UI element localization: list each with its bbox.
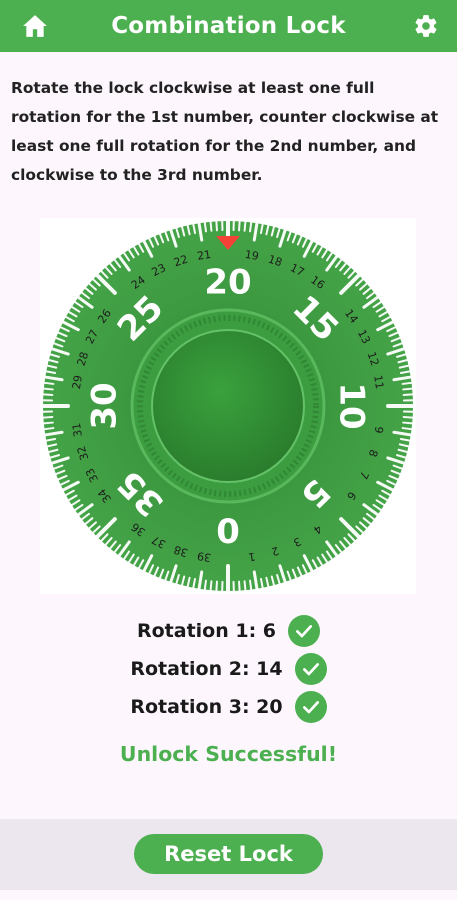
rotation-label: Rotation 2: 14	[130, 658, 283, 680]
dial-tick	[238, 220, 241, 232]
rotation-row-3: Rotation 3: 20	[0, 688, 457, 726]
dial-tick	[243, 220, 247, 232]
dial-minor-number: 31	[70, 422, 85, 438]
app-bar: Combination Lock	[0, 0, 457, 52]
dial-tick	[203, 221, 207, 233]
dial-tick	[203, 579, 207, 591]
home-button[interactable]	[9, 0, 61, 52]
dial-knob-center	[151, 329, 305, 483]
dial-tick	[209, 220, 213, 232]
lock-dial[interactable]: 1 2 3 4 6 7 8 9 11 12 13 14 16 17 18 19 21 22 23 24 26 27 28 29…	[40, 218, 416, 594]
rotation-label: Rotation 3: 20	[130, 696, 283, 718]
dial-tick	[402, 387, 414, 391]
dial-tick	[238, 580, 241, 592]
dial-tick	[243, 580, 247, 592]
check-icon	[288, 615, 321, 647]
dial-tick	[402, 421, 414, 425]
dial-tick	[42, 421, 54, 425]
dial-major-number: 30	[85, 382, 125, 429]
dial-tick	[43, 381, 55, 385]
dial-tick	[42, 416, 54, 419]
dial-minor-number: 21	[196, 248, 212, 263]
instructions-text: Rotate the lock clockwise at least one f…	[11, 79, 439, 184]
dial-tick	[402, 393, 414, 396]
dial-tick	[215, 220, 218, 232]
lock-dial-graphic[interactable]: 1 234678911121314161718192122232426272829…	[40, 218, 416, 594]
page-title: Combination Lock	[111, 13, 346, 39]
dial-major-number: 20	[204, 263, 251, 303]
dial-minor-number: 39	[196, 549, 212, 564]
dial-tick	[401, 427, 413, 431]
dial-minor-number: 19	[244, 248, 260, 263]
reset-lock-button[interactable]: Reset Lock	[134, 834, 323, 874]
dial-minor-number: 11	[371, 374, 386, 390]
home-icon	[23, 15, 47, 37]
rotation-label: Rotation 1: 6	[136, 620, 277, 642]
dial-tick	[401, 381, 413, 385]
check-icon	[294, 691, 327, 723]
dial-tick	[43, 427, 55, 431]
dial-major-number: 0	[216, 510, 240, 550]
check-icon	[294, 653, 327, 685]
dial-tick	[249, 221, 253, 233]
dial-tick	[215, 580, 218, 592]
dial-tick	[209, 580, 213, 592]
dial-tick	[42, 387, 54, 391]
settings-button[interactable]	[400, 0, 452, 52]
dial-minor-number: 29	[70, 374, 85, 390]
dial-tick	[42, 393, 54, 396]
app-screen: Combination Lock Rotate the lock clockwi…	[0, 0, 457, 900]
dial-tick	[249, 579, 253, 591]
gear-icon	[415, 15, 437, 37]
rotation-row-2: Rotation 2: 14	[0, 650, 457, 688]
success-message: Unlock Successful!	[119, 742, 338, 766]
rotation-row-1: Rotation 1: 6	[0, 612, 457, 650]
dial-tick	[402, 416, 414, 419]
system-nav-area	[0, 890, 457, 900]
dial-major-number: 10	[332, 382, 372, 429]
